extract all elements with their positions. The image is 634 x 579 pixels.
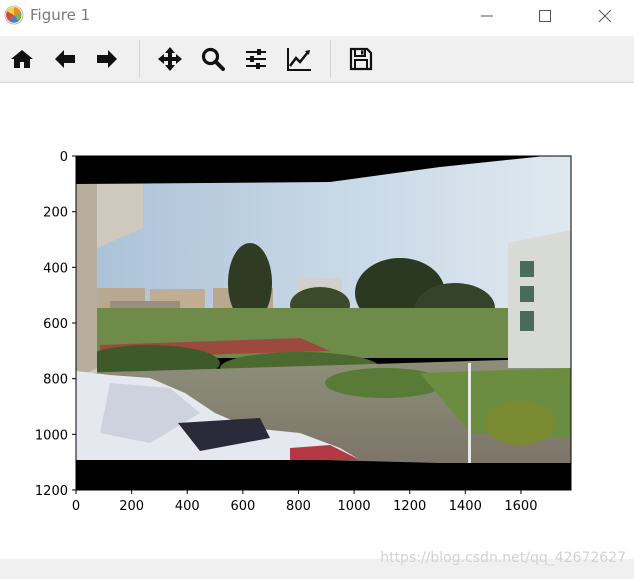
panorama-image xyxy=(76,156,571,490)
axes[interactable]: 0 200 400 600 800 1000 1200 1400 1600 0 200 400 600… xyxy=(0,83,634,559)
y-tick-label: 600 xyxy=(43,317,68,332)
sliders-icon xyxy=(246,49,266,69)
close-button[interactable] xyxy=(582,0,628,32)
home-button[interactable] xyxy=(8,45,36,73)
close-icon xyxy=(598,9,612,23)
home-icon xyxy=(11,50,33,68)
x-tick-label: 800 xyxy=(286,499,311,514)
minimize-icon xyxy=(481,15,493,17)
plot-area[interactable]: 0 200 400 600 800 1000 1200 1400 1600 0 200 400 600… xyxy=(0,83,634,559)
x-tick-label: 1200 xyxy=(393,499,426,514)
line-chart-icon xyxy=(287,48,311,71)
zoom-button[interactable] xyxy=(199,45,227,73)
minimize-button[interactable] xyxy=(464,0,510,32)
x-tick-label: 1600 xyxy=(504,499,537,514)
magnifier-icon xyxy=(201,47,225,71)
move-arrows-icon xyxy=(158,47,182,71)
edit-curves-button[interactable] xyxy=(285,45,313,73)
x-tick-label: 0 xyxy=(72,499,80,514)
y-tick-label: 1200 xyxy=(35,484,68,499)
watermark-text: https://blog.csdn.net/qq_42672627 xyxy=(380,550,626,566)
floppy-disk-icon xyxy=(349,47,373,71)
toolbar-separator xyxy=(330,40,331,78)
arrow-left-icon xyxy=(55,50,75,68)
y-tick-label: 400 xyxy=(43,261,68,276)
maximize-button[interactable] xyxy=(522,0,568,32)
y-tick-label: 200 xyxy=(43,206,68,221)
x-tick-label: 200 xyxy=(119,499,144,514)
maximize-icon xyxy=(539,10,551,22)
x-tick-label: 400 xyxy=(175,499,200,514)
y-axis: 0 200 400 600 800 1000 1200 xyxy=(35,150,76,499)
back-button[interactable] xyxy=(51,45,79,73)
matplotlib-logo-icon xyxy=(4,5,24,25)
toolbar-separator xyxy=(139,40,140,78)
y-tick-label: 800 xyxy=(43,373,68,388)
x-tick-label: 1400 xyxy=(449,499,482,514)
x-tick-label: 1000 xyxy=(338,499,371,514)
x-tick-label: 600 xyxy=(230,499,255,514)
arrow-right-icon xyxy=(97,50,117,68)
subplots-button[interactable] xyxy=(242,45,270,73)
pan-button[interactable] xyxy=(156,45,184,73)
y-tick-label: 0 xyxy=(60,150,68,165)
figure-window: Figure 1 0 200 400 600 800 1000 1200 140… xyxy=(0,0,634,579)
navigation-toolbar xyxy=(0,36,634,83)
save-button[interactable] xyxy=(347,45,375,73)
window-title: Figure 1 xyxy=(30,6,91,24)
forward-button[interactable] xyxy=(93,45,121,73)
y-tick-label: 1000 xyxy=(35,428,68,443)
title-bar[interactable]: Figure 1 xyxy=(0,0,634,32)
x-axis: 0 200 400 600 800 1000 1200 1400 1600 xyxy=(72,490,537,514)
